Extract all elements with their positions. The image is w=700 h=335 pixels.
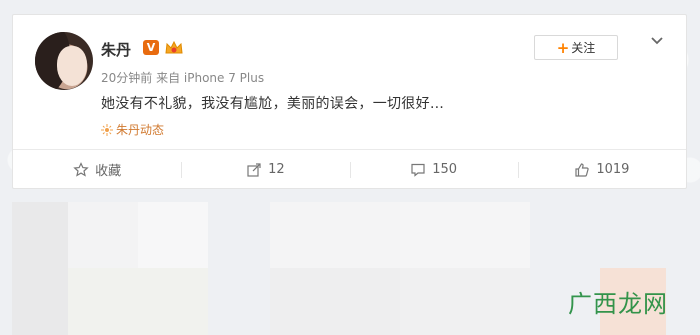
repost-count: 12	[268, 162, 285, 177]
vip-crown-icon[interactable]	[164, 39, 184, 56]
weibo-post-card: 朱丹 V 20分钟前 来自 iPhone 7 Plus 她没有不礼貌，我没有尴尬…	[12, 14, 687, 189]
post-text: 她没有不礼貌，我没有尴尬，美丽的误会，一切很好…	[101, 96, 445, 112]
topic-sparkle-icon	[101, 123, 113, 136]
repost-icon	[247, 162, 261, 177]
comment-icon	[411, 163, 425, 177]
watermark-text: 广西龙网	[568, 290, 668, 318]
topic-label: 朱丹动态	[116, 123, 165, 137]
comment-button[interactable]: 150	[349, 150, 518, 189]
comment-count: 150	[432, 162, 458, 177]
plus-icon: +	[556, 38, 570, 57]
like-count: 1019	[596, 162, 630, 177]
verified-badge[interactable]: V	[143, 40, 159, 55]
author-name[interactable]: 朱丹	[101, 39, 131, 60]
star-icon	[73, 161, 89, 177]
repost-button[interactable]: 12	[181, 150, 349, 189]
like-button[interactable]: 1019	[517, 150, 686, 189]
post-meta: 20分钟前 来自 iPhone 7 Plus	[101, 71, 265, 85]
follow-label: 关注	[571, 41, 596, 55]
topic-link[interactable]: 朱丹动态	[101, 121, 164, 138]
chevron-down-icon[interactable]	[649, 33, 665, 49]
like-icon	[575, 162, 590, 177]
favorite-label: 收藏	[95, 164, 122, 179]
action-bar: 收藏 12 150 1019	[13, 149, 686, 189]
author-avatar[interactable]	[35, 32, 93, 90]
favorite-button[interactable]: 收藏	[13, 150, 181, 189]
follow-button[interactable]: + 关注	[534, 35, 618, 60]
